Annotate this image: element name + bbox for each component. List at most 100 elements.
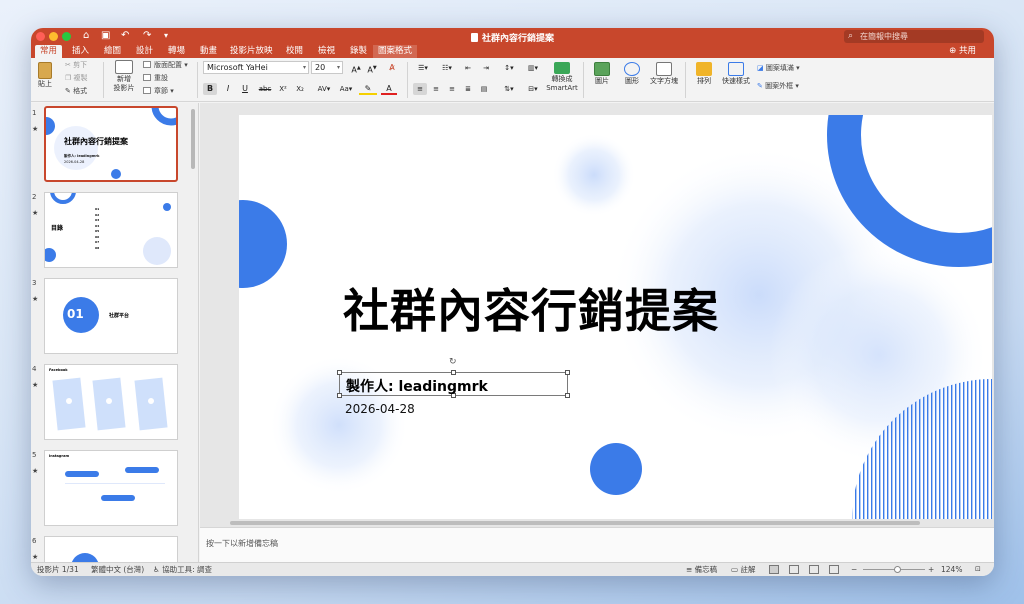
zoom-in-button[interactable]: + <box>928 563 934 576</box>
slide-date[interactable]: 2026-04-28 <box>345 402 415 416</box>
bold-button[interactable]: B <box>203 83 217 95</box>
font-name-select[interactable]: Microsoft YaHei ▾ <box>203 61 309 74</box>
tab-review[interactable]: 校閱 <box>281 45 308 58</box>
align-right-icon[interactable]: ≡ <box>445 83 459 95</box>
thumb-section-number: 01 <box>67 307 84 321</box>
slide-thumbnail-1[interactable]: 社群內容行銷提案 製作人: leadingmrk 2026-04-28 <box>44 106 178 182</box>
slide-thumbnail-2[interactable]: 目錄 01 02 03 04 05 06 07 08 <box>44 192 178 268</box>
section-icon <box>143 87 151 94</box>
increase-font-icon[interactable]: A▲ <box>349 62 363 75</box>
slide-canvas[interactable]: 社群內容行銷提案 ↻ 製作人: leadingmrk 2026-04-28 <box>239 115 992 519</box>
resize-handle[interactable] <box>337 393 342 398</box>
scrollbar-thumb[interactable] <box>230 521 920 525</box>
accessibility-checker[interactable]: ♿ 協助工具: 調查 <box>153 563 212 576</box>
reading-view-icon[interactable] <box>809 565 819 574</box>
normal-view-icon[interactable] <box>769 565 779 574</box>
highlight-color-icon[interactable]: ✎ <box>359 83 377 95</box>
layout-button[interactable]: 版面配置 ▾ <box>143 61 188 70</box>
bullets-icon[interactable]: ☰▾ <box>413 62 433 74</box>
resize-handle[interactable] <box>451 370 456 375</box>
tab-home[interactable]: 常用 <box>35 45 63 58</box>
tab-shape-format[interactable]: 圖案格式 <box>373 45 418 58</box>
resize-handle[interactable] <box>565 393 570 398</box>
columns-icon[interactable]: ▥▾ <box>523 62 543 74</box>
slide-thumbnail-4[interactable]: Facebook <box>44 364 178 440</box>
rotate-handle-icon[interactable]: ↻ <box>449 357 457 367</box>
tab-design[interactable]: 設計 <box>131 45 158 58</box>
clear-format-icon[interactable]: A̷ <box>385 62 399 74</box>
textbox-button[interactable]: 文字方塊 <box>647 62 681 86</box>
slide-title[interactable]: 社群內容行銷提案 <box>343 275 719 341</box>
numbering-icon[interactable]: ☷▾ <box>437 62 457 74</box>
picture-button[interactable]: 圖片 <box>589 62 615 86</box>
notes-pane[interactable]: 按一下以新增備忘稿 <box>200 527 994 562</box>
quick-styles-button[interactable]: 快速樣式 <box>721 62 751 86</box>
star-icon: ★ <box>32 125 39 133</box>
reset-button[interactable]: 重設 <box>143 74 168 83</box>
slide-sorter-view-icon[interactable] <box>789 565 799 574</box>
powerpoint-window: ⌂ ▣ ↶ ↷ ▾ 社群內容行銷提案 ⌕ 在簡報中搜尋 常用 插入 繪圖 設計 … <box>31 28 994 576</box>
line-spacing-icon[interactable]: ↕▾ <box>499 62 519 74</box>
tab-animations[interactable]: 動畫 <box>195 45 222 58</box>
tab-view[interactable]: 檢視 <box>313 45 340 58</box>
zoom-out-button[interactable]: − <box>851 563 857 576</box>
share-button[interactable]: ⊕ 共用 <box>949 45 976 58</box>
decrease-indent-icon[interactable]: ⇤ <box>461 62 475 74</box>
justify-icon[interactable]: ≣ <box>461 83 475 95</box>
tab-slideshow[interactable]: 投影片放映 <box>225 45 278 58</box>
tab-record[interactable]: 錄製 <box>345 45 372 58</box>
new-slide-button[interactable]: 新增 投影片 <box>111 60 137 93</box>
slide-thumbnail-3[interactable]: 01 社群平台 <box>44 278 178 354</box>
font-size-select[interactable]: 20 ▾ <box>311 61 343 74</box>
resize-handle[interactable] <box>565 370 570 375</box>
character-spacing-icon[interactable]: AV▾ <box>313 83 335 95</box>
section-button[interactable]: 章節 ▾ <box>143 87 174 96</box>
font-color-icon[interactable]: A <box>381 83 397 95</box>
format-painter-button[interactable]: ✎ 格式 <box>65 87 87 96</box>
slide-counter: 投影片 1/31 <box>37 565 79 574</box>
editor-horizontal-scrollbar[interactable] <box>200 519 994 527</box>
arrange-button[interactable]: 排列 <box>691 62 717 86</box>
search-input[interactable]: ⌕ 在簡報中搜尋 <box>844 30 984 43</box>
tab-insert[interactable]: 插入 <box>67 45 94 58</box>
author-text[interactable]: 製作人: leadingmrk <box>346 376 488 396</box>
cut-button[interactable]: ✂ 剪下 <box>65 61 87 70</box>
underline-button[interactable]: U <box>238 83 252 95</box>
align-left-icon[interactable]: ≡ <box>413 83 427 95</box>
convert-smartart-button[interactable]: 轉換成 SmartArt <box>545 62 579 93</box>
align-text-icon[interactable]: ⊟▾ <box>523 83 543 95</box>
notes-toggle[interactable]: ≡ 備忘稿 <box>686 563 717 576</box>
shape-fill-button[interactable]: ◪ 圖案填滿 ▾ <box>757 64 800 73</box>
comments-toggle[interactable]: ▭ 註解 <box>731 563 755 576</box>
slide-thumbnail-6[interactable] <box>44 536 178 562</box>
align-center-icon[interactable]: ≡ <box>429 83 443 95</box>
text-direction-icon[interactable]: ⇅▾ <box>499 83 519 95</box>
distributed-icon[interactable]: ▤ <box>477 83 491 95</box>
zoom-level[interactable]: 124% <box>941 563 962 576</box>
tab-transitions[interactable]: 轉場 <box>163 45 190 58</box>
fit-slide-icon[interactable]: ⊡ <box>975 563 981 576</box>
copy-button[interactable]: ❐ 複製 <box>65 74 88 83</box>
superscript-button[interactable]: X² <box>276 83 290 95</box>
title-bar: ⌂ ▣ ↶ ↷ ▾ 社群內容行銷提案 ⌕ 在簡報中搜尋 <box>31 28 994 45</box>
decrease-font-icon[interactable]: A▼ <box>365 62 379 75</box>
author-textbox-selection[interactable]: ↻ 製作人: leadingmrk <box>337 357 570 398</box>
zoom-slider-knob[interactable] <box>893 566 901 573</box>
change-case-icon[interactable]: Aa▾ <box>337 83 355 95</box>
thumb-decoration <box>71 553 99 562</box>
language-indicator[interactable]: 繁體中文 (台灣) <box>91 563 144 576</box>
thumb-title: 目錄 <box>51 225 64 232</box>
paste-button[interactable]: 貼上 <box>33 62 57 89</box>
shape-outline-button[interactable]: ✎ 圖案外框 ▾ <box>757 82 799 91</box>
increase-indent-icon[interactable]: ⇥ <box>479 62 493 74</box>
shapes-button[interactable]: 圖形 <box>619 62 645 86</box>
thumbnails-scrollbar[interactable] <box>191 109 195 169</box>
tab-draw[interactable]: 繪圖 <box>99 45 126 58</box>
subscript-button[interactable]: X₂ <box>293 83 307 95</box>
star-icon: ★ <box>32 553 39 561</box>
slide-thumbnail-5[interactable]: Instagram <box>44 450 178 526</box>
resize-handle[interactable] <box>337 370 342 375</box>
slideshow-view-icon[interactable] <box>829 565 839 574</box>
italic-button[interactable]: I <box>221 83 235 95</box>
strikethrough-button[interactable]: abc <box>256 83 274 95</box>
